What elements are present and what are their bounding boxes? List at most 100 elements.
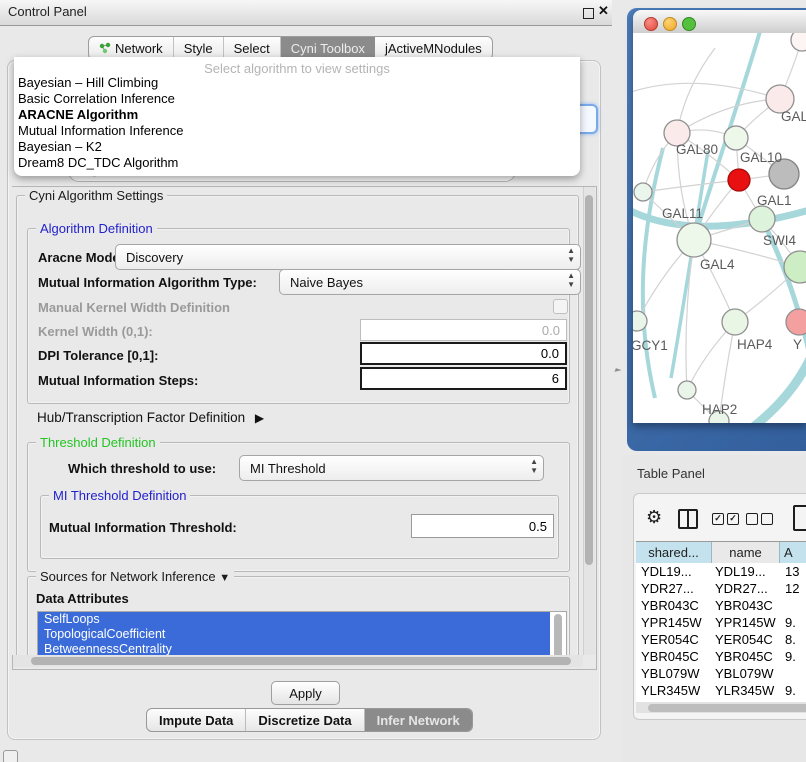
column-header-name[interactable]: name <box>712 542 780 564</box>
settings-vscrollbar[interactable] <box>583 187 595 655</box>
data-attributes-list[interactable]: SelfLoops TopologicalCoefficient Between… <box>37 611 567 655</box>
svg-text:GCY1: GCY1 <box>633 338 668 353</box>
close-icon[interactable]: ✕ <box>598 3 609 19</box>
tab-select-label: Select <box>234 41 270 56</box>
tab-network[interactable]: Network <box>89 37 174 59</box>
svg-text:GAL11: GAL11 <box>662 206 703 221</box>
deselect-checkbox-icon[interactable] <box>746 513 758 525</box>
kernel-width-input[interactable] <box>360 319 567 341</box>
combo-arrows-icon: ▲▼ <box>567 246 575 264</box>
which-threshold-combo[interactable]: MI Threshold ▲▼ <box>239 455 544 481</box>
settings-vscroll-thumb[interactable] <box>585 195 593 565</box>
column-header-shared[interactable]: shared... <box>636 542 712 564</box>
svg-text:GAL4: GAL4 <box>700 257 735 272</box>
manual-kernel-checkbox[interactable] <box>553 299 568 314</box>
column-header-partial[interactable]: A <box>780 542 806 564</box>
algorithm-option-0[interactable]: Bayesian – Hill Climbing <box>18 75 158 90</box>
network-canvas[interactable]: GAL GAL80 GAL10 GAL1 GAL11 SWI4 GAL4 GCY… <box>633 33 806 423</box>
tab-style[interactable]: Style <box>174 37 224 59</box>
mini-window-icon[interactable] <box>3 750 18 762</box>
aracne-mode-label: Aracne Mode: <box>38 250 124 265</box>
tab-select[interactable]: Select <box>224 37 281 59</box>
aracne-mode-value: Discovery <box>126 250 183 265</box>
apply-button-label: Apply <box>289 686 322 701</box>
gear-icon[interactable]: ⚙ <box>646 507 662 528</box>
minimize-traffic-light-icon[interactable] <box>663 17 677 31</box>
tab-infer-network[interactable]: Infer Network <box>365 709 472 731</box>
tab-impute-data[interactable]: Impute Data <box>147 709 246 731</box>
list-item[interactable]: BetweennessCentrality <box>38 642 550 655</box>
dpi-tolerance-input[interactable] <box>360 342 567 365</box>
mi-steps-input[interactable] <box>360 367 567 390</box>
algorithm-option-2-selected[interactable]: ARACNE Algorithm <box>18 107 138 122</box>
tab-jactivemnodules[interactable]: jActiveMNodules <box>375 37 492 59</box>
tab-cyni-toolbox[interactable]: Cyni Toolbox <box>281 37 375 59</box>
hub-definition-toggle[interactable]: Hub/Transcription Factor Definition ▶ <box>37 410 264 425</box>
network-node[interactable] <box>722 309 748 335</box>
tab-discretize-data[interactable]: Discretize Data <box>246 709 364 731</box>
mi-algorithm-type-combo[interactable]: Naive Bayes ▲▼ <box>279 269 581 295</box>
table-file-icon[interactable] <box>793 505 806 531</box>
network-window[interactable]: GAL GAL80 GAL10 GAL1 GAL11 SWI4 GAL4 GCY… <box>633 10 806 423</box>
cyni-algorithm-settings-group: Cyni Algorithm Settings Algorithm Defini… <box>16 195 579 655</box>
settings-hscroll-thumb[interactable] <box>31 657 571 665</box>
table-hscrollbar[interactable] <box>636 702 806 713</box>
control-panel-titlebar: Control Panel ✕ <box>0 0 612 26</box>
svg-text:GAL80: GAL80 <box>676 142 718 157</box>
combo-arrows-icon: ▲▼ <box>530 457 538 475</box>
expanded-arrow-icon[interactable]: ▼ <box>219 572 230 584</box>
table-hscroll-thumb[interactable] <box>648 704 806 712</box>
float-window-icon[interactable] <box>583 8 594 19</box>
mi-threshold-definition-group: MI Threshold Definition Mutual Informati… <box>40 495 559 559</box>
svg-text:GAL10: GAL10 <box>740 150 782 165</box>
table-header-row: shared... name A <box>636 541 806 565</box>
network-node[interactable] <box>633 311 647 331</box>
hub-definition-label: Hub/Transcription Factor Definition <box>37 410 245 425</box>
algorithm-dropdown-popup: Select algorithm to view settings Bayesi… <box>14 57 580 176</box>
select-all-checkbox-icon[interactable]: ✓ <box>712 513 724 525</box>
svg-text:HAP2: HAP2 <box>702 402 737 417</box>
deselect-checkbox-icon[interactable] <box>761 513 773 525</box>
algorithm-option-4[interactable]: Bayesian – K2 <box>18 139 102 154</box>
tab-style-label: Style <box>184 41 213 56</box>
svg-text:Y: Y <box>793 337 802 352</box>
manual-kernel-label: Manual Kernel Width Definition <box>38 300 230 315</box>
settings-hscrollbar[interactable] <box>13 655 583 667</box>
network-window-titlebar[interactable] <box>633 10 806 34</box>
network-node[interactable] <box>634 183 652 201</box>
threshold-definition-group: Threshold Definition Which threshold to … <box>27 442 570 572</box>
list-vscrollbar[interactable] <box>554 614 563 655</box>
network-node[interactable] <box>678 381 696 399</box>
close-traffic-light-icon[interactable] <box>644 17 658 31</box>
table-body[interactable]: YDL19...YDL19...13 YDR27...YDR27...12 YB… <box>636 563 806 704</box>
network-node-selected-red[interactable] <box>728 169 750 191</box>
sources-title-text: Sources for Network Inference <box>40 569 216 584</box>
network-node[interactable] <box>749 206 775 232</box>
column-layout-icon[interactable] <box>678 509 698 529</box>
algorithm-option-1[interactable]: Basic Correlation Inference <box>18 91 175 106</box>
network-node[interactable] <box>724 126 748 150</box>
zoom-traffic-light-icon[interactable] <box>682 17 696 31</box>
algorithm-option-3[interactable]: Mutual Information Inference <box>18 123 183 138</box>
mi-steps-label: Mutual Information Steps: <box>38 373 198 388</box>
svg-text:GAL: GAL <box>781 109 806 124</box>
tab-network-label: Network <box>115 41 163 56</box>
which-threshold-label: Which threshold to use: <box>68 461 216 476</box>
algorithm-option-5[interactable]: Dream8 DC_TDC Algorithm <box>18 155 178 170</box>
aracne-mode-combo[interactable]: Discovery ▲▼ <box>115 244 581 270</box>
network-node[interactable] <box>791 33 806 51</box>
network-icon <box>99 42 111 54</box>
kernel-width-label: Kernel Width (0,1): <box>38 324 153 339</box>
list-vscroll-thumb[interactable] <box>554 614 562 655</box>
list-item[interactable]: TopologicalCoefficient <box>38 627 550 642</box>
select-all-checkbox-icon[interactable]: ✓ <box>727 513 739 525</box>
algorithm-dropdown-prompt: Select algorithm to view settings <box>14 61 580 76</box>
network-node[interactable] <box>786 309 806 335</box>
list-item[interactable]: SelfLoops <box>38 612 550 627</box>
network-node[interactable] <box>677 223 711 257</box>
sources-title: Sources for Network Inference ▼ <box>36 569 234 584</box>
mi-threshold-input[interactable] <box>411 514 554 538</box>
apply-button[interactable]: Apply <box>271 681 340 705</box>
table-panel-title: Table Panel <box>637 466 705 481</box>
threshold-definition-title: Threshold Definition <box>36 435 160 450</box>
